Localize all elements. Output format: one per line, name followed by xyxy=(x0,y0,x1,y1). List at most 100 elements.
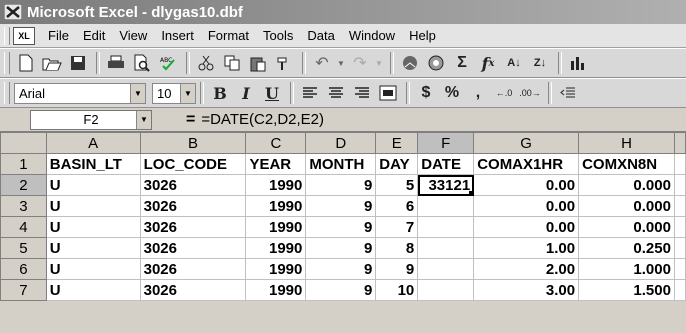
menu-file[interactable]: File xyxy=(41,28,76,43)
menu-format[interactable]: Format xyxy=(201,28,256,43)
column-header-c[interactable]: C xyxy=(245,132,307,154)
name-box[interactable]: F2 ▼ xyxy=(30,109,152,130)
cell-a4[interactable]: U xyxy=(45,216,141,238)
cell-b4[interactable]: 3026 xyxy=(139,216,247,238)
cell-f4[interactable] xyxy=(417,216,475,238)
cell-h7[interactable]: 1.500 xyxy=(578,279,675,301)
cell-d4[interactable]: 9 xyxy=(305,216,377,238)
cell-c5[interactable]: 1990 xyxy=(245,237,307,259)
cell-f1[interactable]: DATE xyxy=(417,153,475,175)
cell-f3[interactable] xyxy=(417,195,475,217)
cell-h5[interactable]: 0.250 xyxy=(578,237,675,259)
print-icon[interactable] xyxy=(104,51,128,75)
sort-ascending-icon[interactable]: A↓ xyxy=(502,51,526,75)
cell-g5[interactable]: 1.00 xyxy=(473,237,580,259)
cell-g4[interactable]: 0.00 xyxy=(473,216,580,238)
insert-hyperlink-icon[interactable] xyxy=(398,51,422,75)
edit-formula-icon[interactable]: = xyxy=(186,111,195,129)
cell-h1[interactable]: COMXN8N xyxy=(578,153,675,175)
row-header-2[interactable]: 2 xyxy=(0,174,47,196)
row-header-4[interactable]: 4 xyxy=(0,216,47,238)
percent-icon[interactable]: % xyxy=(440,81,464,105)
row-header-3[interactable]: 3 xyxy=(0,195,47,217)
cell-f2-active[interactable]: 33121 xyxy=(417,174,475,196)
row-header-7[interactable]: 7 xyxy=(0,279,47,301)
cell-a3[interactable]: U xyxy=(45,195,141,217)
cell-d3[interactable]: 9 xyxy=(305,195,377,217)
cell-b2[interactable]: 3026 xyxy=(139,174,247,196)
bold-icon[interactable]: B xyxy=(208,81,232,105)
formula-input[interactable]: =DATE(C2,D2,E2) xyxy=(201,111,324,128)
web-toolbar-icon[interactable] xyxy=(424,51,448,75)
cell-a5[interactable]: U xyxy=(45,237,141,259)
cell-e6[interactable]: 9 xyxy=(375,258,419,280)
cell-a1[interactable]: BASIN_LT xyxy=(45,153,141,175)
chevron-down-icon[interactable]: ▼ xyxy=(374,51,384,75)
cell-f5[interactable] xyxy=(417,237,475,259)
currency-icon[interactable]: $ xyxy=(414,81,438,105)
copy-icon[interactable] xyxy=(220,51,244,75)
fill-handle[interactable] xyxy=(469,191,473,195)
row-header-5[interactable]: 5 xyxy=(0,237,47,259)
menu-view[interactable]: View xyxy=(112,28,154,43)
cell-e3[interactable]: 6 xyxy=(375,195,419,217)
cell-g6[interactable]: 2.00 xyxy=(473,258,580,280)
menu-data[interactable]: Data xyxy=(300,28,341,43)
row-header-1[interactable]: 1 xyxy=(0,153,47,175)
cell-next[interactable] xyxy=(673,258,686,280)
decrease-indent-icon[interactable] xyxy=(556,81,580,105)
menu-edit[interactable]: Edit xyxy=(76,28,112,43)
cell-c2[interactable]: 1990 xyxy=(245,174,307,196)
column-header-h[interactable]: H xyxy=(578,132,675,154)
menu-insert[interactable]: Insert xyxy=(154,28,201,43)
chevron-down-icon[interactable]: ▼ xyxy=(136,110,151,129)
chevron-down-icon[interactable]: ▼ xyxy=(130,83,145,103)
font-name-select[interactable]: Arial ▼ xyxy=(14,82,146,104)
column-header-next[interactable] xyxy=(673,132,686,154)
align-center-icon[interactable] xyxy=(324,81,348,105)
cell-d5[interactable]: 9 xyxy=(305,237,377,259)
cell-d6[interactable]: 9 xyxy=(305,258,377,280)
cell-next[interactable] xyxy=(673,174,686,196)
cell-c7[interactable]: 1990 xyxy=(245,279,307,301)
cell-d1[interactable]: MONTH xyxy=(305,153,377,175)
cell-next[interactable] xyxy=(673,216,686,238)
column-header-b[interactable]: B xyxy=(139,132,247,154)
cell-b3[interactable]: 3026 xyxy=(139,195,247,217)
column-header-e[interactable]: E xyxy=(375,132,419,154)
cell-b6[interactable]: 3026 xyxy=(139,258,247,280)
cell-b1[interactable]: LOC_CODE xyxy=(139,153,247,175)
paste-function-icon[interactable]: fx xyxy=(476,51,500,75)
cell-b7[interactable]: 3026 xyxy=(139,279,247,301)
font-size-select[interactable]: 10 ▼ xyxy=(152,82,196,104)
italic-icon[interactable]: I xyxy=(234,81,258,105)
column-header-d[interactable]: D xyxy=(305,132,377,154)
cell-c3[interactable]: 1990 xyxy=(245,195,307,217)
cell-f6[interactable] xyxy=(417,258,475,280)
redo-icon[interactable]: ↷ xyxy=(348,51,372,75)
underline-icon[interactable]: U xyxy=(260,81,284,105)
chart-wizard-icon[interactable] xyxy=(566,51,590,75)
comma-style-icon[interactable]: , xyxy=(466,81,490,105)
column-header-g[interactable]: G xyxy=(473,132,580,154)
chevron-down-icon[interactable]: ▼ xyxy=(336,51,346,75)
menu-tools[interactable]: Tools xyxy=(256,28,300,43)
cell-h2[interactable]: 0.000 xyxy=(578,174,675,196)
cell-e5[interactable]: 8 xyxy=(375,237,419,259)
decrease-decimal-icon[interactable]: .00→ xyxy=(518,81,542,105)
chevron-down-icon[interactable]: ▼ xyxy=(180,83,195,103)
align-right-icon[interactable] xyxy=(350,81,374,105)
cell-g7[interactable]: 3.00 xyxy=(473,279,580,301)
menu-window[interactable]: Window xyxy=(342,28,402,43)
cell-e4[interactable]: 7 xyxy=(375,216,419,238)
cell-f7[interactable] xyxy=(417,279,475,301)
cell-h3[interactable]: 0.000 xyxy=(578,195,675,217)
open-folder-icon[interactable] xyxy=(40,51,64,75)
cell-d7[interactable]: 9 xyxy=(305,279,377,301)
cell-next[interactable] xyxy=(673,279,686,301)
cell-g1[interactable]: COMAX1HR xyxy=(473,153,580,175)
cell-g2[interactable]: 0.00 xyxy=(473,174,580,196)
row-header-6[interactable]: 6 xyxy=(0,258,47,280)
cell-next[interactable] xyxy=(673,153,686,175)
autosum-icon[interactable]: Σ xyxy=(450,51,474,75)
